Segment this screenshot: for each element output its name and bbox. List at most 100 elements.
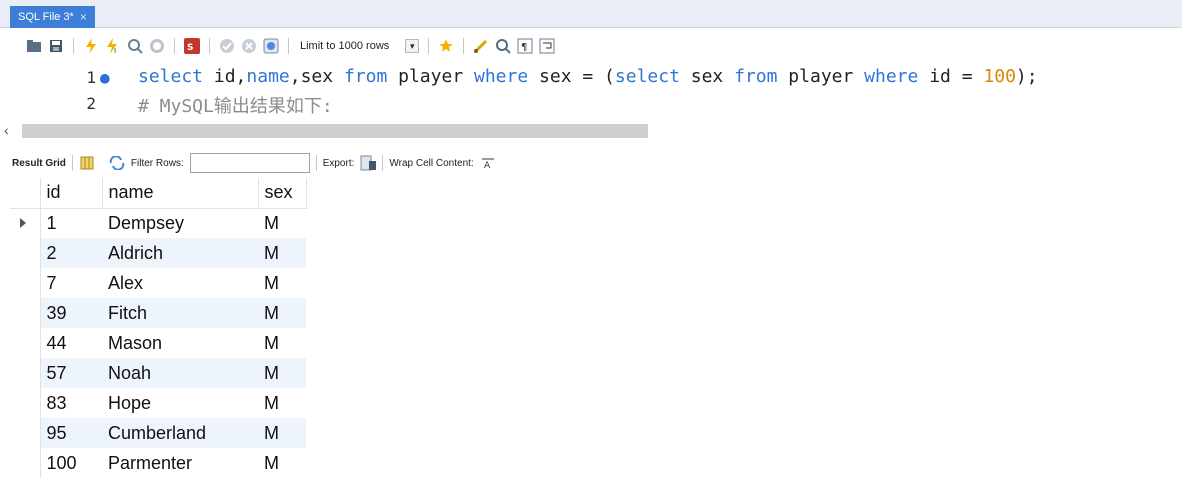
execute-current-icon[interactable]: I [105, 38, 121, 54]
row-indicator [10, 328, 41, 358]
execute-icon[interactable] [83, 38, 99, 54]
sql-text: player [777, 66, 865, 87]
cell-id[interactable]: 100 [40, 448, 102, 478]
grid-header-row: id name sex [10, 178, 307, 209]
cell-id[interactable]: 83 [40, 388, 102, 418]
cell-id[interactable]: 2 [40, 238, 102, 268]
toggle-error-icon[interactable]: S [184, 38, 200, 54]
row-indicator [10, 298, 41, 328]
sql-keyword: from [343, 66, 388, 87]
cell-name[interactable]: Alex [102, 268, 258, 298]
table-row[interactable]: 44 Mason M [10, 328, 306, 358]
sql-text: id = [918, 66, 984, 87]
current-row-arrow-icon [20, 217, 26, 228]
toolbar-separator [428, 38, 430, 54]
column-header-id[interactable]: id [40, 178, 103, 209]
row-indicator [10, 208, 41, 238]
wrap-cell-label: Wrap Cell Content: [389, 157, 474, 169]
line-number: 2 [86, 94, 96, 113]
refresh-icon[interactable] [109, 155, 125, 171]
scrollbar-thumb[interactable] [22, 124, 648, 138]
cell-name[interactable]: Mason [102, 328, 258, 358]
sql-keyword: where [864, 66, 919, 87]
table-row[interactable]: 95 Cumberland M [10, 418, 306, 448]
tab-sql-file[interactable]: SQL File 3* × [10, 6, 95, 28]
save-icon[interactable] [48, 38, 64, 54]
cell-name[interactable]: Noah [102, 358, 258, 388]
sql-keyword: select [614, 66, 680, 87]
table-row[interactable]: 100 Parmenter M [10, 448, 306, 478]
cell-sex[interactable]: M [258, 238, 306, 268]
rollback-icon[interactable] [241, 38, 257, 54]
wrap-cell-icon[interactable]: A [480, 155, 496, 171]
sql-keyword: where [474, 66, 529, 87]
explain-icon[interactable] [127, 38, 143, 54]
cell-sex[interactable]: M [258, 298, 306, 328]
result-grid-label[interactable]: Result Grid [12, 158, 66, 169]
table-row[interactable]: 57 Noah M [10, 358, 306, 388]
row-indicator [10, 358, 41, 388]
cell-name[interactable]: Parmenter [102, 448, 258, 478]
editor-line: 1 ● select id,name,sex from player where… [0, 66, 1182, 90]
limit-rows-label[interactable]: Limit to 1000 rows [300, 40, 389, 52]
svg-text:¶: ¶ [521, 42, 527, 53]
cell-sex[interactable]: M [258, 328, 306, 358]
wrap-icon[interactable] [539, 38, 555, 54]
tab-strip: SQL File 3* × [0, 0, 1182, 28]
editor-horizontal-scrollbar[interactable]: ‹ [0, 121, 1182, 140]
svg-text:I: I [114, 47, 116, 54]
cell-id[interactable]: 1 [40, 208, 102, 238]
row-indicator-header [10, 178, 41, 209]
tab-title: SQL File 3* [18, 11, 74, 23]
cell-sex[interactable]: M [258, 268, 306, 298]
cell-id[interactable]: 39 [40, 298, 102, 328]
grid-view-icon[interactable] [79, 155, 95, 171]
sql-keyword: select [138, 66, 204, 87]
toolbar-separator [71, 155, 73, 171]
sql-statement: select id,name,sex from player where sex… [138, 66, 1038, 87]
cell-id[interactable]: 7 [40, 268, 102, 298]
table-row[interactable]: 7 Alex M [10, 268, 306, 298]
table-row[interactable]: 39 Fitch M [10, 298, 306, 328]
autocommit-icon[interactable] [263, 38, 279, 54]
sql-text: id, [203, 66, 247, 87]
table-row[interactable]: 2 Aldrich M [10, 238, 306, 268]
beautify-icon[interactable] [438, 38, 454, 54]
column-header-sex[interactable]: sex [258, 178, 307, 209]
sql-number: 100 [983, 66, 1016, 87]
cell-name[interactable]: Aldrich [102, 238, 258, 268]
column-header-name[interactable]: name [102, 178, 259, 209]
find-icon[interactable] [495, 38, 511, 54]
scroll-left-icon[interactable]: ‹ [4, 122, 9, 138]
cell-id[interactable]: 95 [40, 418, 102, 448]
cell-name[interactable]: Fitch [102, 298, 258, 328]
result-toolbar: Result Grid Filter Rows: Export: Wrap Ce… [0, 150, 1182, 176]
row-indicator [10, 268, 41, 298]
row-indicator [10, 388, 41, 418]
cell-id[interactable]: 44 [40, 328, 102, 358]
open-folder-icon[interactable] [26, 38, 42, 54]
cell-name[interactable]: Hope [102, 388, 258, 418]
brush-icon[interactable] [473, 38, 489, 54]
sql-text: ,sex [289, 66, 344, 87]
commit-icon[interactable] [219, 38, 235, 54]
stop-icon[interactable] [149, 38, 165, 54]
filter-rows-input[interactable] [189, 153, 310, 173]
sql-keyword: name [246, 66, 290, 87]
close-icon[interactable]: × [80, 6, 87, 28]
cell-name[interactable]: Cumberland [102, 418, 258, 448]
cell-sex[interactable]: M [258, 448, 306, 478]
cell-sex[interactable]: M [258, 358, 306, 388]
table-row[interactable]: 83 Hope M [10, 388, 306, 418]
cell-name[interactable]: Dempsey [102, 208, 258, 238]
cell-sex[interactable]: M [258, 208, 306, 238]
cell-id[interactable]: 57 [40, 358, 102, 388]
limit-dropdown-icon[interactable]: ▾ [405, 39, 420, 53]
export-icon[interactable] [360, 155, 377, 171]
sql-editor[interactable]: 1 ● select id,name,sex from player where… [0, 66, 1182, 121]
cell-sex[interactable]: M [258, 388, 306, 418]
table-row[interactable]: 1 Dempsey M [10, 208, 306, 238]
row-indicator [10, 418, 41, 448]
invisible-chars-icon[interactable]: ¶ [517, 38, 533, 54]
cell-sex[interactable]: M [258, 418, 306, 448]
